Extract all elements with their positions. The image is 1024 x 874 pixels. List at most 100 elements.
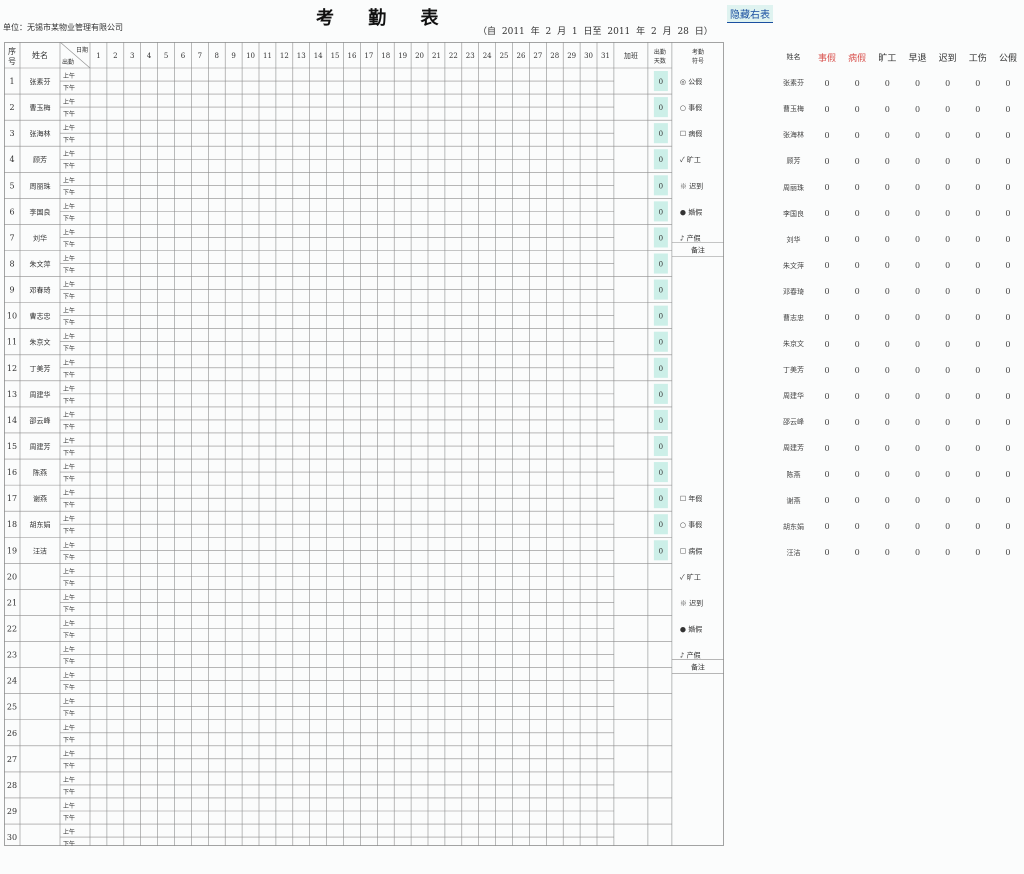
am-label: 上午 [63,541,75,549]
am-label: 上午 [63,281,75,289]
summary-value: 0 [824,417,830,427]
am-label: 上午 [63,750,75,758]
am-label: 上午 [63,724,75,732]
row-total: 0 [659,287,663,295]
pm-label: 下午 [63,658,75,666]
unit-label: 单位：无锡市某物业管理有限公司 [3,23,123,32]
row-name: 曹志忠 [30,312,51,321]
summary-value: 0 [824,156,830,166]
am-label: 上午 [63,176,75,184]
legend-item: ● 婚假 [680,207,702,216]
row-total: 0 [659,495,663,503]
summary-value: 0 [975,548,981,558]
row-total: 0 [659,365,663,373]
summary-value: 0 [914,522,921,532]
summary-value: 0 [854,130,860,140]
summary-value: 0 [824,183,830,193]
row-name: 汪洁 [33,546,47,555]
legend-item: ♪ 产假 [680,651,701,660]
summary-value: 0 [884,391,890,401]
summary-value: 0 [884,261,890,271]
day-header: 23 [466,52,475,60]
summary-value: 0 [854,470,860,480]
row-total: 0 [659,469,663,477]
summary-value: 0 [884,470,890,480]
summary-name: 周丽珠 [782,183,804,192]
summary-row: 邓春琦 0 0 0 0 0 0 0 [775,279,1023,305]
summary-row: 曹玉梅 0 0 0 0 0 0 0 [775,96,1023,122]
summary-header-cell: 姓名 [786,53,801,62]
row-seq: 29 [7,807,17,816]
day-header: 22 [449,52,458,60]
summary-name: 朱文萍 [782,261,804,270]
summary-value: 0 [914,104,921,114]
pm-label: 下午 [63,475,75,483]
summary-value: 0 [914,183,921,193]
summary-value: 0 [914,261,921,271]
summary-value: 0 [824,104,830,114]
summary-row: 胡东娟 0 0 0 0 0 0 0 [775,514,1023,540]
legend-item: ◎ 公假 [680,77,702,86]
summary-name: 邓春琦 [782,287,804,296]
summary-value: 0 [854,156,860,166]
summary-value: 0 [824,261,830,271]
summary-value: 0 [854,235,860,245]
summary-value: 0 [945,104,951,114]
summary-row: 曹志忠 0 0 0 0 0 0 0 [775,305,1023,331]
row-name: 张海林 [30,129,51,138]
summary-row: 张海林 0 0 0 0 0 0 0 [775,122,1023,148]
day-header: 6 [181,52,186,60]
summary-value: 0 [975,313,981,323]
summary-name: 周建芳 [782,444,804,453]
day-header: 21 [432,52,441,60]
row-total: 0 [659,261,663,269]
summary-value: 0 [945,391,951,401]
summary-value: 0 [945,261,951,271]
summary-value: 0 [824,391,830,401]
summary-value: 0 [975,287,981,297]
row-seq: 20 [7,572,17,581]
row-total: 0 [659,547,663,555]
summary-value: 0 [824,209,830,219]
row-seq: 26 [7,729,17,738]
summary-value: 0 [914,417,921,427]
row-seq: 3 [9,129,14,138]
row-seq: 24 [7,677,17,686]
summary-value: 0 [854,391,860,401]
summary-value: 0 [975,183,981,193]
summary-header-cell: 迟到 [938,53,957,64]
summary-value: 0 [975,339,981,349]
summary-value: 0 [1005,130,1011,140]
summary-value: 0 [914,130,921,140]
summary-value: 0 [1005,548,1011,558]
summary-value: 0 [884,496,890,506]
legend-note: 备注 [691,245,705,254]
legend-item: ✓ 旷工 [680,155,701,164]
summary-value: 0 [1005,104,1011,114]
summary-name: 邵云峰 [782,418,804,427]
pm-label: 下午 [63,501,75,509]
row-seq: 8 [9,260,14,269]
summary-value: 0 [1005,235,1011,245]
summary-value: 0 [945,313,951,323]
row-total: 0 [659,234,663,242]
summary-header-cell: 早退 [908,53,927,64]
day-header: 27 [533,52,542,60]
row-seq: 23 [7,651,17,660]
row-name: 李国良 [30,207,51,216]
row-seq: 15 [7,442,17,451]
header-symbol-2: 符号 [692,57,704,65]
summary-value: 0 [824,522,830,532]
pm-label: 下午 [63,293,75,301]
summary-value: 0 [914,339,921,349]
row-seq: 13 [7,390,17,399]
summary-name: 张素芬 [782,79,804,88]
summary-value: 0 [945,339,951,349]
pm-label: 下午 [63,345,75,353]
day-header: 11 [263,52,272,60]
am-label: 上午 [63,698,75,706]
summary-value: 0 [945,548,951,558]
hide-right-table-button[interactable]: 隐藏右表 [727,5,773,23]
summary-value: 0 [945,522,951,532]
summary-value: 0 [854,78,860,88]
